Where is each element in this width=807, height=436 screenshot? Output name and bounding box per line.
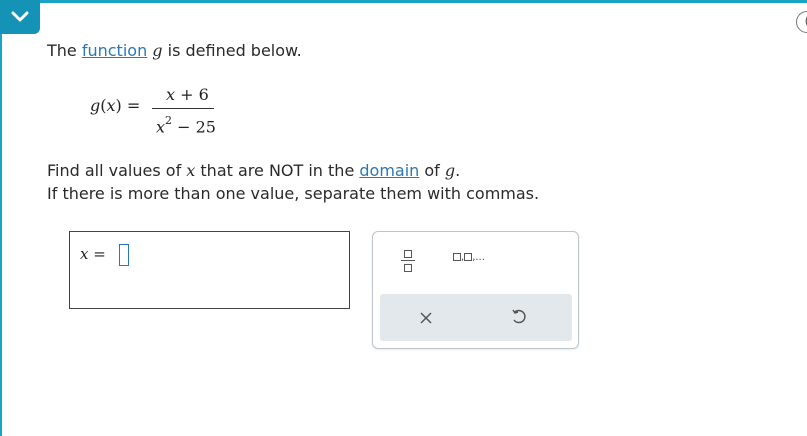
prompt-text: The function g is defined below.	[47, 41, 302, 60]
domain-link[interactable]: domain	[359, 161, 419, 180]
undo-button[interactable]	[510, 308, 530, 328]
fraction-numerator: x + 6	[166, 85, 209, 104]
function-definition: g(x) = x + 6 x2 − 25	[90, 82, 250, 142]
fraction-denominator-box-icon	[404, 264, 412, 272]
list-box-icon	[453, 253, 461, 261]
fraction-button[interactable]	[397, 246, 423, 276]
fraction-line-icon	[401, 260, 415, 261]
chevron-down-icon	[11, 11, 29, 22]
keypad-action-row	[380, 294, 572, 341]
answer-input[interactable]	[119, 244, 129, 266]
list-box-icon	[464, 253, 473, 261]
instruction-line-1: Find all values of x that are NOT in the…	[47, 161, 461, 180]
left-accent-border	[0, 0, 2, 436]
equation-lhs: g(x) =	[90, 96, 141, 115]
help-button[interactable]: (	[796, 11, 807, 33]
close-icon	[420, 312, 432, 324]
collapse-toggle-button[interactable]	[0, 0, 40, 34]
answer-input-area[interactable]: x =	[69, 231, 350, 309]
math-keypad: ,,...	[372, 231, 579, 349]
clear-button[interactable]	[416, 308, 436, 328]
fraction-numerator-box-icon	[404, 250, 412, 258]
function-link[interactable]: function	[82, 41, 147, 60]
undo-icon	[512, 309, 526, 324]
answer-label: x =	[80, 245, 106, 263]
fraction-denominator: x2 − 25	[156, 114, 216, 137]
top-accent-bar	[0, 0, 807, 3]
fraction-bar	[152, 108, 214, 109]
instruction-line-2: If there is more than one value, separat…	[47, 184, 540, 203]
list-button[interactable]: ,,...	[453, 252, 513, 274]
